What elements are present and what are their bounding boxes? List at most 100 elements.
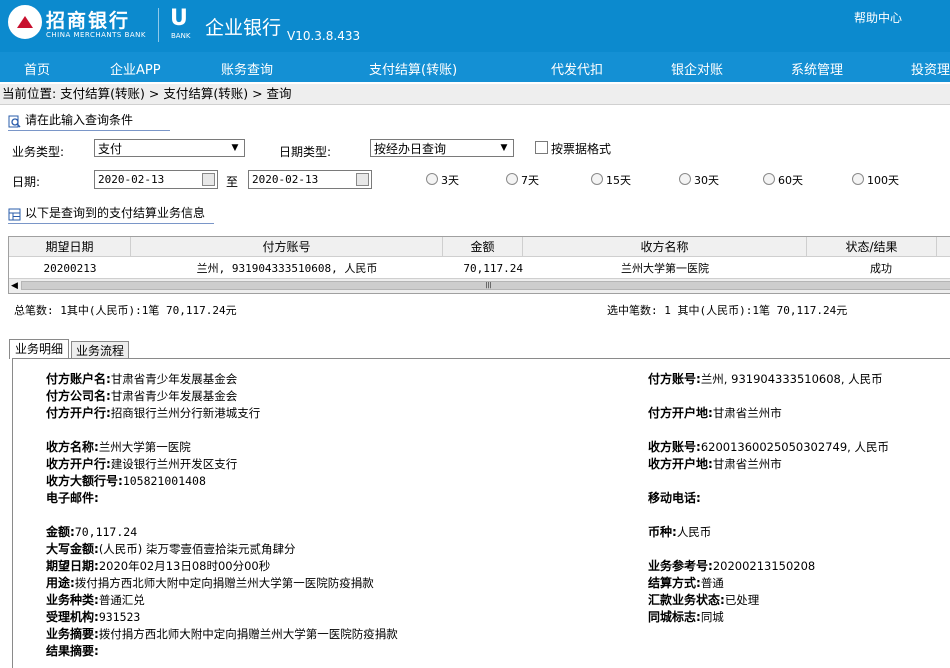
business-type-select[interactable]: 支付 ▼ [94, 139, 245, 157]
detail-amount-upper: 大写金额:(人民币) 柒万零壹佰壹拾柒元贰角肆分 [46, 542, 296, 556]
detail-payer-account-no: 付方账号:兰州, 931904333510608, 人民币 [648, 372, 883, 386]
app-header: 招商银行 CHINA MERCHANTS BANK U BANK 企业银行 V1… [0, 0, 950, 52]
cell-date: 20200213 [43, 262, 97, 275]
business-type-label: 业务类型: [12, 145, 65, 159]
cell-payee-name: 兰州大学第一医院 [621, 262, 709, 275]
table-icon [8, 207, 21, 221]
detail-payer-account-name: 付方账户名:甘肃省青少年发展基金会 [46, 372, 238, 386]
range-3-radio[interactable] [426, 173, 438, 185]
breadcrumb-text: 当前位置: 支付结算(转账) > 支付结算(转账) > 查询 [2, 86, 292, 101]
bill-format-checkbox[interactable] [535, 141, 548, 154]
detail-payee-account-no: 收方账号:62001360025050302749, 人民币 [648, 440, 889, 454]
chevron-down-icon: ▼ [231, 143, 239, 153]
detail-payer-company-name: 付方公司名:甘肃省青少年发展基金会 [46, 389, 238, 403]
nav-item-payroll[interactable]: 代发代扣 [551, 59, 603, 78]
bank-name-en: CHINA MERCHANTS BANK [46, 31, 146, 39]
column-header-date[interactable]: 期望日期 [9, 237, 131, 257]
bank-name-cn: 招商银行 [46, 10, 131, 32]
nav-item-system-management[interactable]: 系统管理 [791, 59, 843, 78]
help-center-link[interactable]: 帮助中心 [854, 9, 902, 26]
scroll-left-arrow-icon[interactable]: ◀ [11, 281, 18, 291]
tab-business-flow[interactable]: 业务流程 [71, 341, 129, 359]
detail-purpose: 用途:拨付捐方西北师大附中定向捐赠兰州大学第一医院防疫捐款 [46, 576, 374, 590]
nav-item-investment[interactable]: 投资理 [911, 59, 950, 78]
date-to-separator: 至 [226, 175, 239, 189]
version-label: V10.3.8.433 [287, 29, 361, 43]
detail-same-city-flag: 同城标志:同城 [648, 610, 724, 624]
nav-item-reconciliation[interactable]: 银企对账 [671, 59, 723, 78]
breadcrumb: 当前位置: 支付结算(转账) > 支付结算(转账) > 查询 [0, 84, 950, 105]
detail-payer-bank: 付方开户行:招商银行兰州分行新港城支行 [46, 406, 261, 420]
column-header-extra [937, 237, 950, 257]
nav-item-payment-settlement[interactable]: 支付结算(转账) [369, 59, 457, 78]
cell-status: 成功 [870, 262, 892, 275]
detail-business-category: 业务种类:普通汇兑 [46, 593, 145, 607]
results-section-header: 以下是查询到的支付结算业务信息 [8, 203, 214, 224]
nav-item-enterprise-app[interactable]: 企业APP [110, 59, 161, 78]
range-15-radio[interactable] [591, 173, 603, 185]
range-15-label: 15天 [606, 174, 631, 187]
table-row[interactable]: 20200213 兰州, 931904333510608, 人民币 70,117… [9, 258, 950, 278]
cell-payer-account: 兰州, 931904333510608, 人民币 [196, 262, 378, 275]
range-30-label: 30天 [694, 174, 719, 187]
detail-amount: 金额:70,117.24 [46, 525, 138, 539]
detail-payer-location: 付方开户地:甘肃省兰州市 [648, 406, 782, 420]
u-bank-logo-icon: U [170, 6, 188, 31]
column-header-status[interactable]: 状态/结果 [807, 237, 937, 257]
detail-payee-location: 收方开户地:甘肃省兰州市 [648, 457, 782, 471]
chevron-down-icon: ▼ [500, 143, 508, 153]
query-section-title: 请在此输入查询条件 [25, 113, 134, 127]
date-to-input[interactable]: 2020-02-13 [248, 170, 372, 189]
query-section-header: 请在此输入查询条件 [8, 110, 170, 131]
calendar-icon[interactable] [356, 173, 369, 186]
results-section-title: 以下是查询到的支付结算业务信息 [25, 206, 206, 220]
detail-payee-name: 收方名称:兰州大学第一医院 [46, 440, 191, 454]
tab-business-detail[interactable]: 业务明细 [9, 339, 69, 359]
cmb-logo-icon [8, 5, 42, 39]
search-doc-icon [8, 114, 21, 128]
date-type-select[interactable]: 按经办日查询 ▼ [370, 139, 514, 157]
detail-payee-bank: 收方开户行:建设银行兰州开发区支行 [46, 457, 238, 471]
range-30-radio[interactable] [679, 173, 691, 185]
horizontal-scrollbar[interactable]: ◀ ||| [9, 278, 950, 293]
detail-reference-no: 业务参考号:20200213150208 [648, 559, 816, 573]
nav-item-home[interactable]: 首页 [24, 59, 50, 78]
date-to-value: 2020-02-13 [252, 173, 319, 186]
cell-amount: 70,117.24 [463, 262, 523, 275]
column-header-payee-name[interactable]: 收方名称 [523, 237, 807, 257]
detail-settlement-method: 结算方式:普通 [648, 576, 724, 590]
column-header-amount[interactable]: 金额 [443, 237, 523, 257]
column-header-payer-account[interactable]: 付方账号 [131, 237, 443, 257]
detail-payee-large-bank-no: 收方大额行号:105821001408 [46, 474, 206, 488]
u-bank-label: BANK [171, 32, 191, 40]
main-nav: 首页 企业APP 账务查询 支付结算(转账) 代发代扣 银企对账 系统管理 投资… [0, 52, 950, 82]
detail-business-summary: 业务摘要:拨付捐方西北师大附中定向捐赠兰州大学第一医院防疫捐款 [46, 627, 398, 641]
detail-accepting-org: 受理机构:931523 [46, 610, 141, 624]
results-table: 期望日期 付方账号 金额 收方名称 状态/结果 20200213 兰州, 931… [8, 236, 950, 294]
detail-panel: 付方账户名:甘肃省青少年发展基金会 付方公司名:甘肃省青少年发展基金会 付方开户… [12, 358, 950, 668]
range-7-label: 7天 [521, 174, 539, 187]
date-type-label: 日期类型: [279, 145, 332, 159]
nav-item-account-query[interactable]: 账务查询 [221, 59, 273, 78]
range-3-label: 3天 [441, 174, 459, 187]
range-7-radio[interactable] [506, 173, 518, 185]
detail-email: 电子邮件: [46, 491, 99, 505]
range-100-label: 100天 [867, 174, 899, 187]
summary-selected: 选中笔数: 1 其中(人民币):1笔 70,117.24元 [607, 304, 848, 317]
range-60-radio[interactable] [763, 173, 775, 185]
scrollbar-thumb[interactable]: ||| [21, 281, 950, 290]
range-100-radio[interactable] [852, 173, 864, 185]
logo-divider [158, 8, 159, 42]
detail-expected-date: 期望日期:2020年02月13日08时00分00秒 [46, 559, 271, 573]
business-type-value: 支付 [98, 142, 123, 156]
range-60-label: 60天 [778, 174, 803, 187]
product-title: 企业银行 [205, 17, 282, 39]
detail-result-summary: 结果摘要: [46, 644, 99, 658]
date-from-value: 2020-02-13 [98, 173, 165, 186]
date-from-input[interactable]: 2020-02-13 [94, 170, 218, 189]
bill-format-label: 按票据格式 [551, 142, 612, 156]
calendar-icon[interactable] [202, 173, 215, 186]
summary-total: 总笔数: 1其中(人民币):1笔 70,117.24元 [14, 304, 237, 317]
detail-mobile: 移动电话: [648, 491, 701, 505]
date-label: 日期: [12, 175, 41, 189]
